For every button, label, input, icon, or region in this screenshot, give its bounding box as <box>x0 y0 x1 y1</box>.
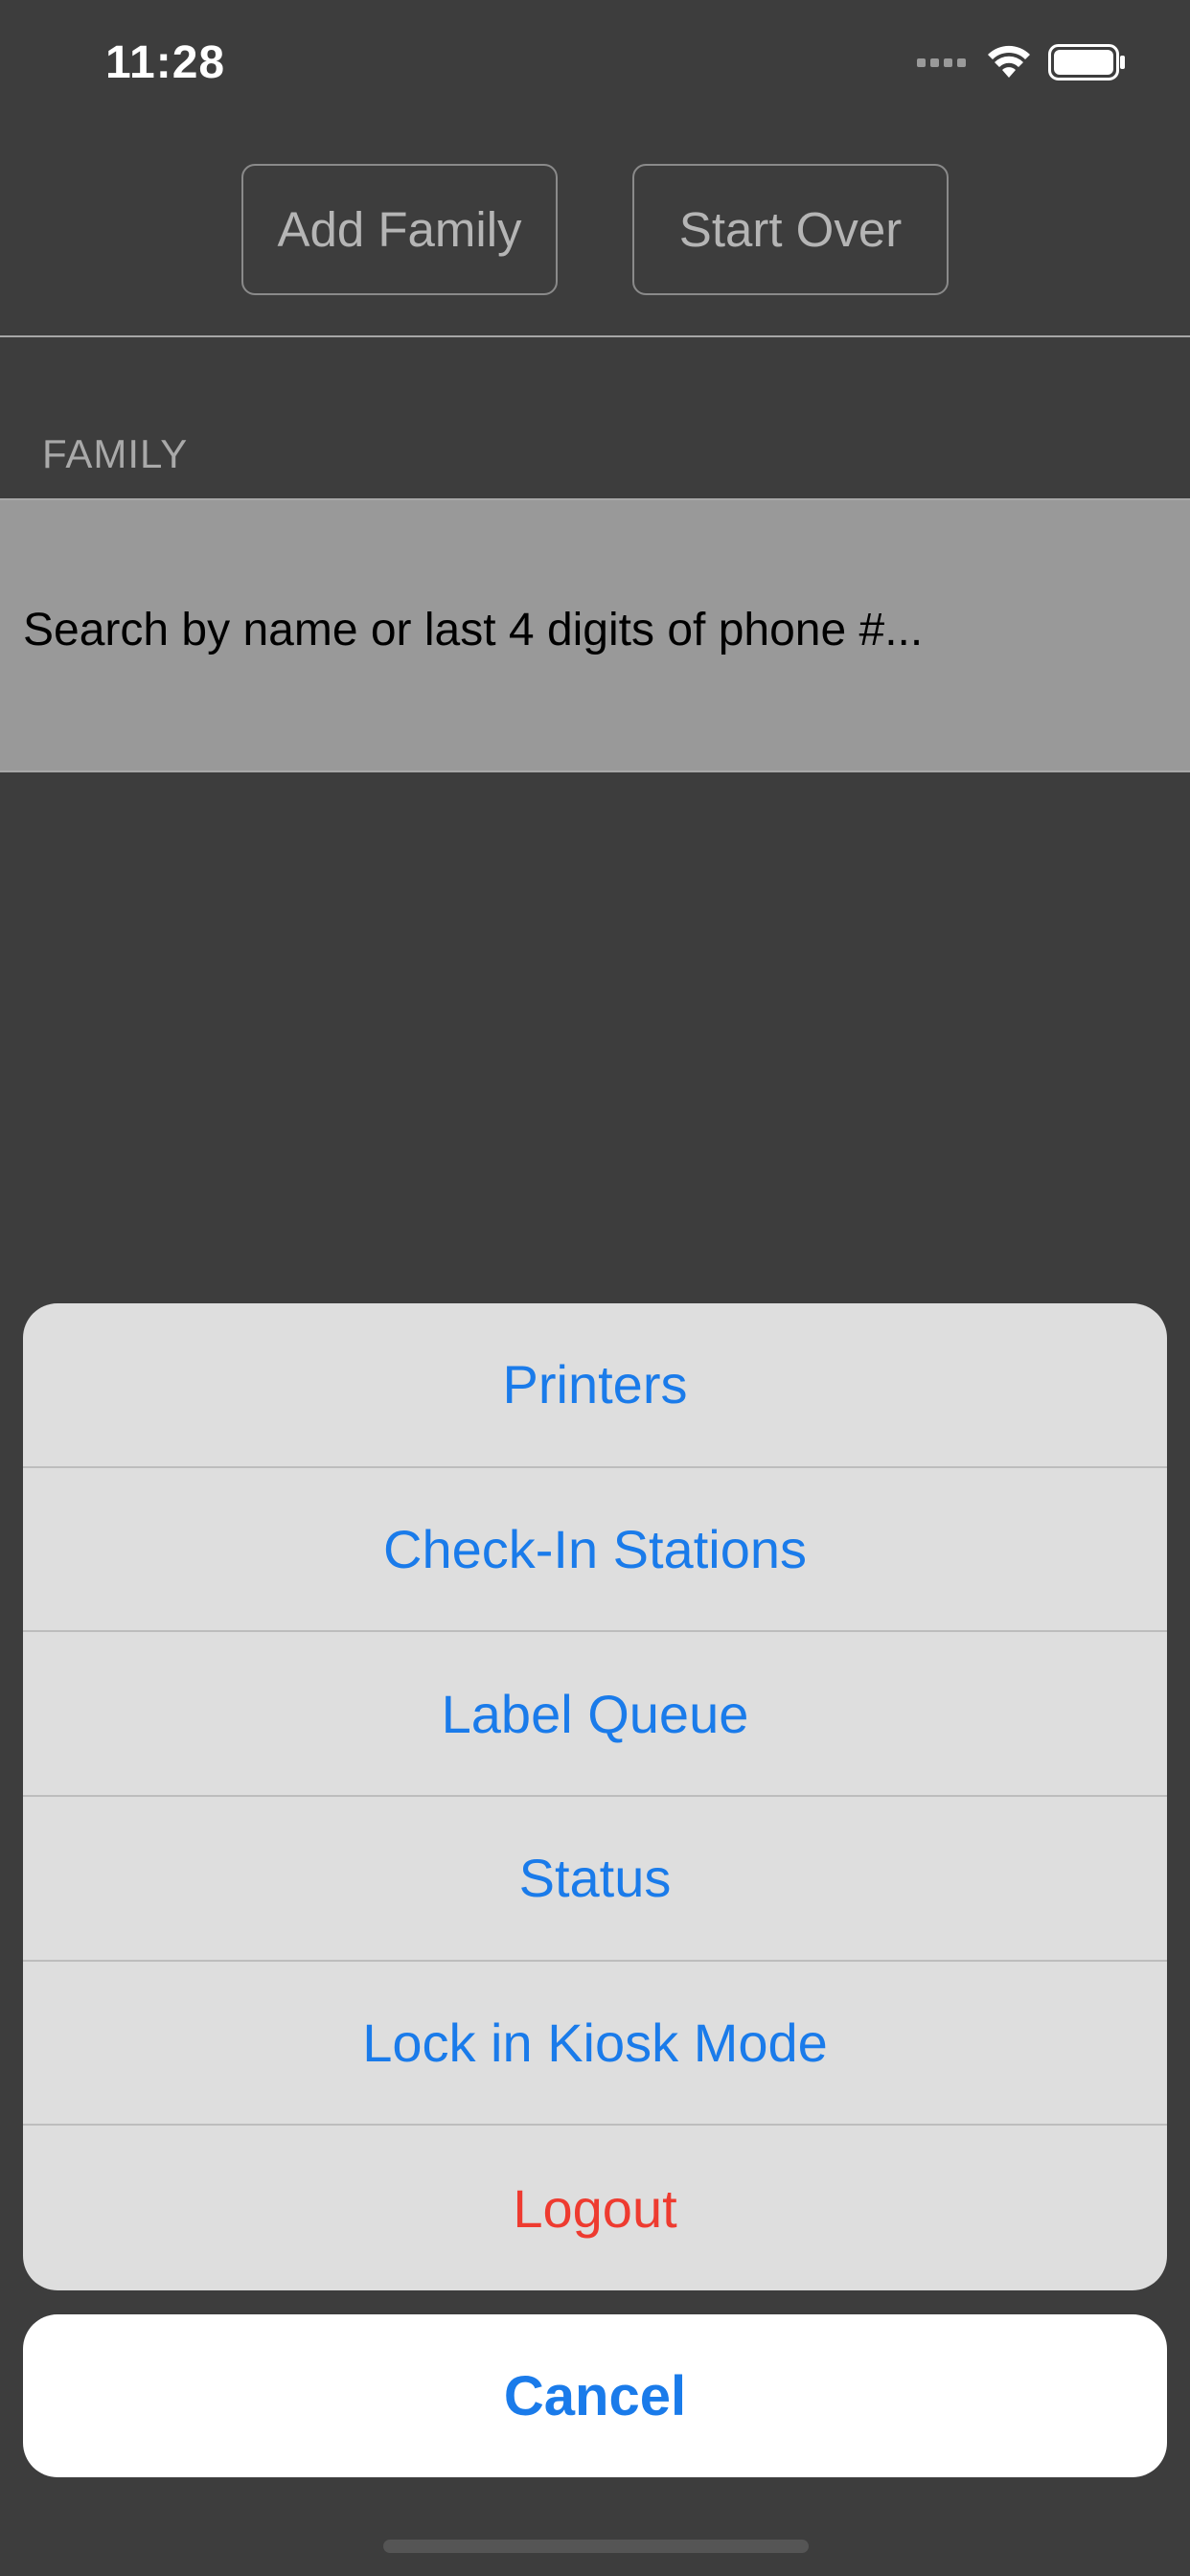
search-placeholder: Search by name or last 4 digits of phone… <box>23 605 924 656</box>
add-family-button[interactable]: Add Family <box>241 164 558 295</box>
action-label-queue[interactable]: Label Queue <box>23 1632 1167 1798</box>
header-divider <box>0 335 1190 337</box>
action-logout[interactable]: Logout <box>23 2126 1167 2290</box>
home-indicator[interactable] <box>383 2540 809 2553</box>
status-icons <box>917 44 1127 80</box>
action-sheet: Printers Check-In Stations Label Queue S… <box>23 1303 1167 2290</box>
start-over-button[interactable]: Start Over <box>632 164 949 295</box>
cellular-dots-icon <box>917 58 966 67</box>
wifi-icon <box>988 45 1030 78</box>
battery-icon <box>1048 44 1125 80</box>
family-search-field[interactable]: Search by name or last 4 digits of phone… <box>0 498 1190 772</box>
action-printers[interactable]: Printers <box>23 1303 1167 1468</box>
status-time: 11:28 <box>105 37 226 88</box>
section-label-family: FAMILY <box>42 431 189 476</box>
action-lock-kiosk-mode[interactable]: Lock in Kiosk Mode <box>23 1962 1167 2127</box>
action-check-in-stations[interactable]: Check-In Stations <box>23 1468 1167 1633</box>
status-bar: 11:28 <box>0 0 1190 134</box>
cancel-button[interactable]: Cancel <box>23 2314 1167 2477</box>
action-status[interactable]: Status <box>23 1797 1167 1962</box>
